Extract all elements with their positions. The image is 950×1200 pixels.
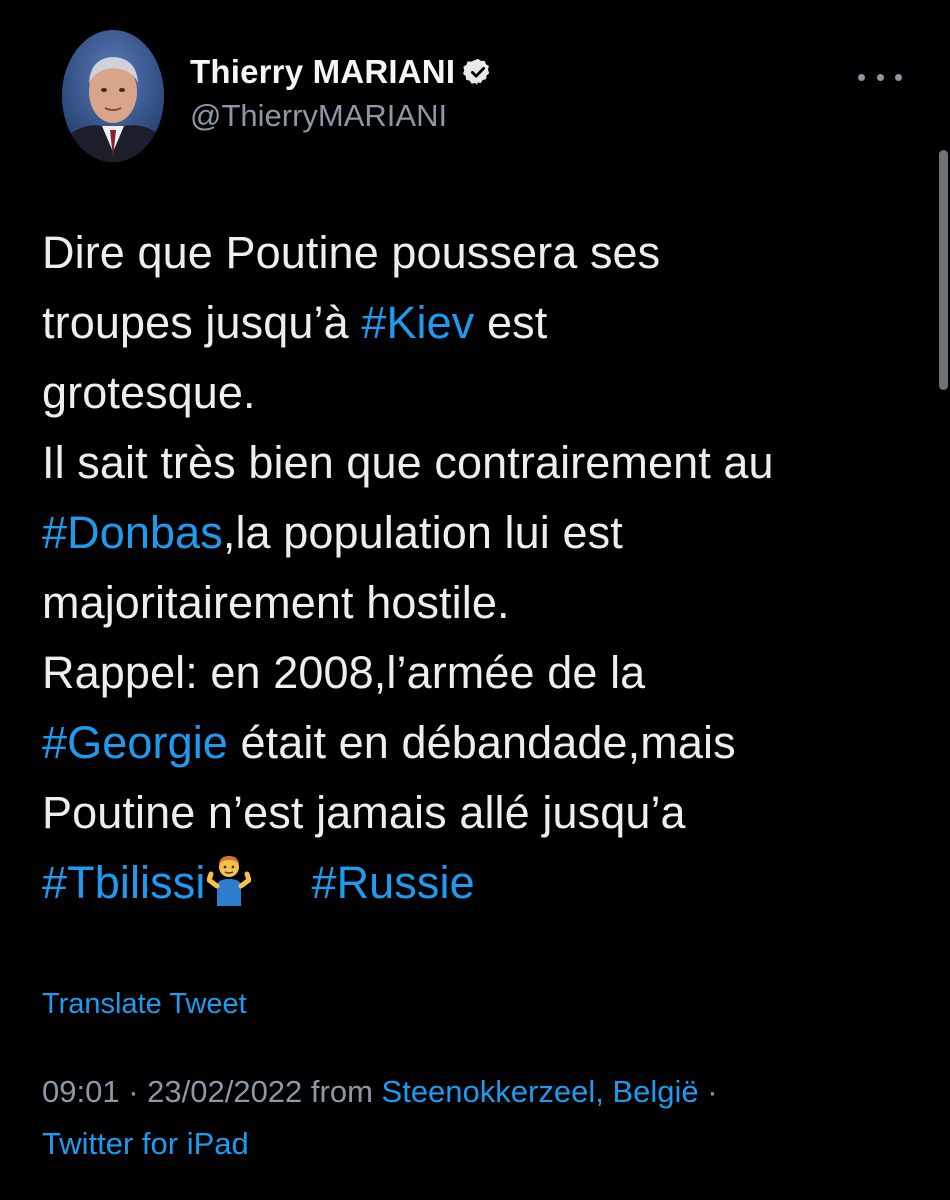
tweet-location-link[interactable]: Steenokkerzeel, België [382, 1074, 699, 1109]
person-shrugging-emoji-icon [206, 854, 253, 906]
more-dot [858, 73, 865, 81]
tweet-text-segment: Il sait très bien que contrairement au [42, 437, 774, 488]
verified-badge-icon [463, 57, 493, 87]
hashtag-georgie[interactable]: #Georgie [42, 717, 228, 768]
tweet-time[interactable]: 09:01 [42, 1074, 120, 1109]
tweet-header: Thierry MARIANI @ThierryMARIANI [62, 30, 902, 162]
tweet-line: Il sait très bien que contrairement au [42, 428, 922, 498]
more-dot [876, 73, 884, 81]
avatar[interactable] [62, 30, 164, 162]
scrollbar-thumb[interactable] [939, 150, 948, 390]
translate-tweet-link[interactable]: Translate Tweet [42, 988, 247, 1021]
tweet-source-link[interactable]: Twitter for iPad [42, 1126, 249, 1161]
tweet-text-segment: est [474, 297, 548, 348]
tweet-text-segment: grotesque. [42, 367, 256, 418]
tweet-line: Poutine n’est jamais allé jusqu’a [42, 778, 922, 848]
tweet-line: Rappel: en 2008,l’armée de la [42, 638, 922, 708]
author-handle[interactable]: @ThierryMARIANI [190, 98, 493, 134]
more-options-icon[interactable] [858, 66, 902, 88]
display-name-row: Thierry MARIANI [190, 52, 493, 92]
tweet-text-segment: majoritairement hostile. [42, 577, 510, 628]
tweet-text-segment: ,la population lui est [222, 507, 623, 558]
tweet-line: #Georgie était en débandade,mais [42, 708, 922, 778]
tweet-line: #Donbas,la population lui est [42, 498, 922, 568]
tweet-line: troupes jusqu’à #Kiev est [42, 288, 922, 358]
tweet-text-segment: Dire que Poutine poussera ses [42, 227, 661, 278]
meta-separator: · [698, 1074, 718, 1109]
tweet-line: #Tbilissi #Russie [42, 848, 922, 918]
tweet-text: Dire que Poutine poussera ses troupes ju… [42, 218, 922, 918]
tweet-text-segment: était en débandade,mais [227, 717, 736, 768]
tweet-line: majoritairement hostile. [42, 568, 922, 638]
meta-separator: · [119, 1074, 148, 1109]
hashtag-russie[interactable]: #Russie [311, 857, 474, 908]
tweet-text-segment: Poutine n’est jamais allé jusqu’a [42, 787, 686, 838]
hashtag-kiev[interactable]: #Kiev [361, 297, 474, 348]
display-name[interactable]: Thierry MARIANI [190, 53, 455, 91]
tweet-text-segment: Rappel: en 2008,l’armée de la [42, 647, 646, 698]
author-names: Thierry MARIANI @ThierryMARIANI [190, 52, 493, 134]
tweet-date[interactable]: 23/02/2022 [147, 1074, 302, 1109]
hashtag-donbas[interactable]: #Donbas [42, 507, 223, 558]
tweet-text-segment: troupes jusqu’à [42, 297, 362, 348]
tweet-line: grotesque. [42, 358, 922, 428]
hashtag-tbilissi[interactable]: #Tbilissi [42, 857, 205, 908]
tweet-metadata: 09:01 · 23/02/2022 from Steenokkerzeel, … [42, 1066, 922, 1170]
tweet-line: Dire que Poutine poussera ses [42, 218, 922, 288]
more-dot [895, 73, 902, 81]
meta-from: from [302, 1074, 382, 1109]
